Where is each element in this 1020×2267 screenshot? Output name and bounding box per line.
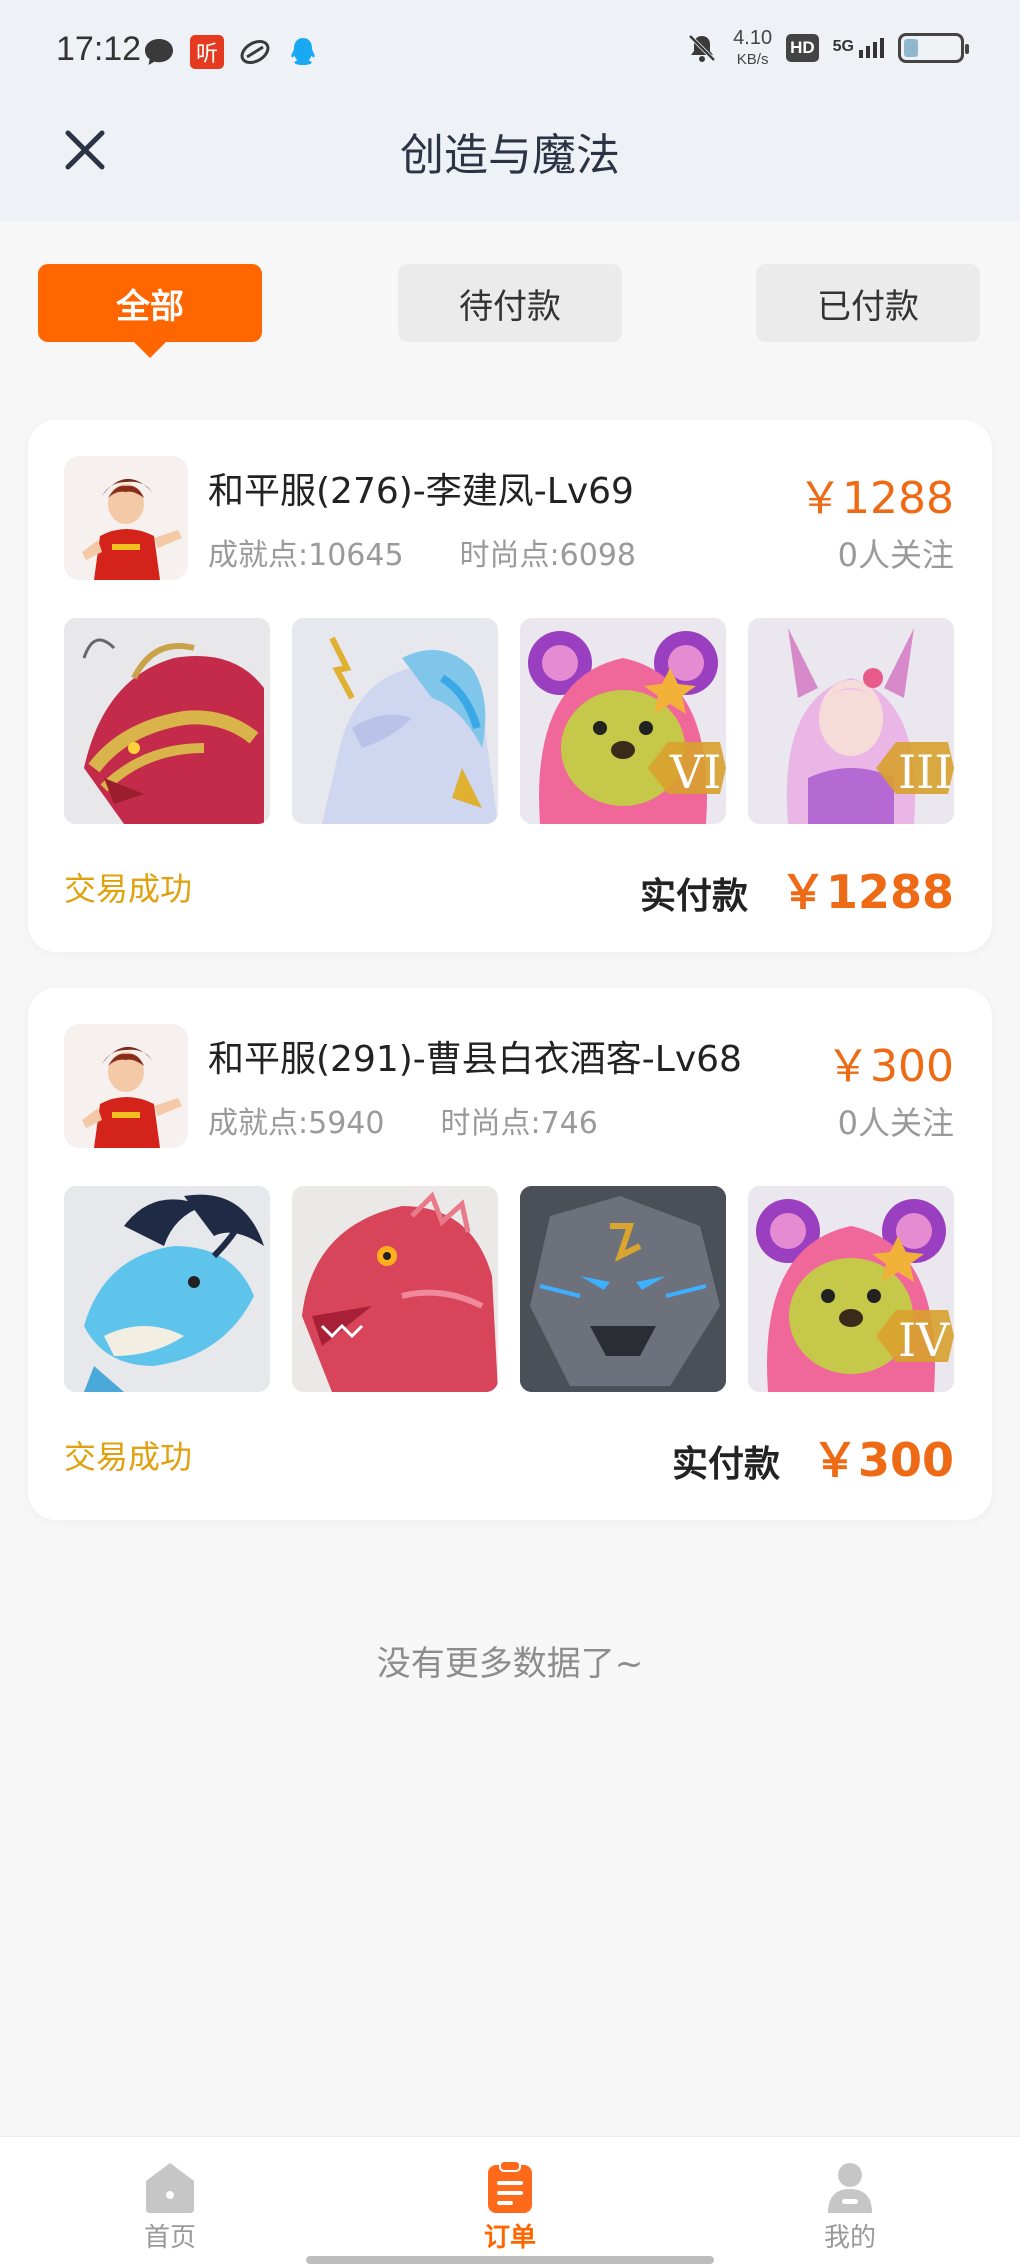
net-speed: 4.10 KB/s	[733, 28, 772, 67]
rank-badge-text: III	[898, 745, 953, 799]
home-icon	[146, 2163, 194, 2213]
ice-blue-horse-image[interactable]	[292, 618, 498, 824]
order-card[interactable]: 和平服(276)-李建凤-Lv69 成就点:10645 时尚点:6098 ￥12…	[28, 420, 992, 952]
nav-home[interactable]: 首页	[110, 2159, 230, 2254]
follower-count: 0人关注	[837, 536, 954, 574]
mute-bell-icon	[685, 31, 719, 65]
order-status: 交易成功	[64, 1438, 193, 1476]
ting-app-icon: 听	[190, 35, 224, 69]
account-avatar	[64, 1024, 188, 1148]
order-card[interactable]: 和平服(291)-曹县白衣酒客-Lv68 成就点:5940 时尚点:746 ￥3…	[28, 988, 992, 1520]
fashion-points: 时尚点:746	[440, 1106, 598, 1141]
account-price: ￥300	[826, 1041, 954, 1092]
page-title: 创造与魔法	[400, 130, 620, 181]
fox-fairy-image[interactable]: III	[748, 618, 954, 824]
pink-bear-image[interactable]: VI	[520, 618, 726, 824]
home-indicator[interactable]	[306, 2256, 714, 2264]
paid-amount: ￥1288	[779, 865, 954, 919]
end-of-list-note: 没有更多数据了~	[376, 1644, 644, 1684]
paid-amount: ￥300	[811, 1433, 954, 1487]
network-label: 5G	[832, 37, 854, 55]
account-stats: 成就点:10645 时尚点:6098	[208, 530, 636, 574]
system-status: 4.10 KB/s HD 5G	[685, 28, 969, 67]
rank-badge: IV	[876, 1310, 954, 1367]
nav-profile-label: 我的	[823, 2223, 876, 2253]
stone-golem-image[interactable]	[520, 1186, 726, 1392]
red-golden-dragon-image[interactable]	[64, 618, 270, 824]
paid-label: 实付款	[671, 1444, 780, 1485]
tab-all[interactable]: 全部	[38, 264, 262, 358]
account-stats: 成就点:5940 时尚点:746	[208, 1098, 598, 1142]
account-price: ￥1288	[798, 473, 954, 524]
item-gallery: VI III	[64, 618, 954, 824]
nav-profile[interactable]: 我的	[790, 2159, 910, 2254]
link-app-icon	[238, 35, 272, 69]
tab-pending-payment[interactable]: 待付款	[398, 264, 622, 342]
bottom-nav: 首页 订单 我的	[0, 2136, 1020, 2267]
paid-summary: 实付款 ￥300	[672, 1424, 954, 1490]
nav-orders-label: 订单	[483, 2223, 536, 2253]
nav-orders[interactable]: 订单	[450, 2159, 570, 2254]
rank-badge: VI	[648, 742, 726, 799]
item-gallery: IV	[64, 1186, 954, 1392]
paid-label: 实付款	[639, 876, 748, 917]
account-avatar	[64, 456, 188, 580]
battery-icon	[898, 32, 969, 63]
account-name: 和平服(276)-李建凤-Lv69	[208, 471, 634, 512]
tab-paid[interactable]: 已付款	[756, 264, 980, 342]
header: 创造与魔法	[0, 105, 1020, 222]
net-speed-value: 4.10	[733, 27, 773, 49]
battery-level	[904, 38, 918, 57]
nav-home-label: 首页	[143, 2223, 196, 2253]
profile-icon	[828, 2163, 872, 2213]
hd-icon: HD	[786, 33, 819, 62]
status-time: 17:12	[56, 30, 142, 68]
achievement-points: 成就点:5940	[208, 1106, 385, 1141]
pink-bear-image[interactable]: IV	[748, 1186, 954, 1392]
paid-summary: 实付款 ￥1288	[640, 856, 954, 922]
red-scaled-dragon-image[interactable]	[292, 1186, 498, 1392]
order-status: 交易成功	[64, 870, 193, 908]
rank-badge: III	[876, 742, 954, 799]
status-bar: 17:12 听 4.10 KB/s HD 5G	[0, 0, 1020, 105]
blue-dragon-image[interactable]	[64, 1186, 270, 1392]
achievement-points: 成就点:10645	[208, 538, 404, 573]
notification-icons: 听	[142, 34, 320, 70]
rank-badge-text: IV	[898, 1313, 950, 1367]
account-name: 和平服(291)-曹县白衣酒客-Lv68	[208, 1039, 742, 1080]
rank-badge-text: VI	[669, 745, 721, 799]
net-speed-unit: KB/s	[736, 51, 769, 68]
follower-count: 0人关注	[837, 1104, 954, 1142]
signal-icon: 5G	[832, 37, 884, 58]
message-icon	[142, 35, 176, 69]
fashion-points: 时尚点:6098	[459, 538, 637, 573]
order-filter-tabs: 全部 待付款 已付款	[0, 264, 1020, 364]
order-icon	[488, 2160, 532, 2213]
qq-icon	[286, 35, 320, 69]
